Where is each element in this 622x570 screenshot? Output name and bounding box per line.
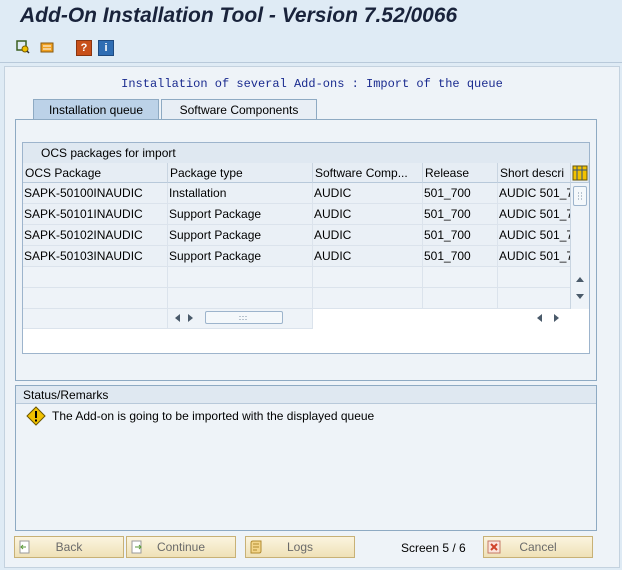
help-icon[interactable]: ? [76, 40, 92, 56]
cancel-label: Cancel [519, 540, 557, 554]
table-cell[interactable]: AUDIC 501_7 [498, 225, 571, 246]
table-cell[interactable]: AUDIC 501_7 [498, 204, 571, 225]
empty-cell[interactable] [313, 288, 423, 309]
table-cell[interactable]: AUDIC [313, 246, 423, 267]
screen-indicator: Screen 5 / 6 [401, 541, 466, 555]
table-cell[interactable]: AUDIC [313, 204, 423, 225]
table-cell[interactable]: AUDIC 501_7 [498, 246, 571, 267]
empty-cell[interactable] [168, 267, 313, 288]
tab-label: Installation queue [48, 103, 144, 117]
ocs-packages-grid: OCS packages for import OCS Package Pack… [22, 142, 590, 354]
table-cell[interactable]: SAPK-50100INAUDIC [23, 183, 168, 204]
title-bar: Add-On Installation Tool - Version 7.52/… [0, 0, 622, 34]
cancel-icon [487, 540, 501, 554]
transport-icon[interactable] [40, 40, 54, 54]
main-area: Installation of several Add-ons : Import… [4, 66, 620, 568]
continue-label: Continue [156, 540, 206, 554]
column-header-release[interactable]: Release [423, 163, 498, 183]
scroll-left-arrow-icon[interactable] [173, 313, 181, 323]
empty-cell[interactable] [168, 288, 313, 309]
column-header-short-description[interactable]: Short descri [498, 163, 571, 183]
grid-caption-label: OCS packages for import [41, 146, 176, 160]
empty-cell[interactable] [498, 267, 571, 288]
scroll-left-end-icon[interactable] [535, 313, 543, 323]
toolbar: ? i [0, 34, 622, 63]
table-cell[interactable]: AUDIC [313, 183, 423, 204]
horizontal-scrollbar[interactable] [169, 309, 571, 325]
column-layout-icon[interactable] [571, 163, 589, 183]
scroll-up-arrow-icon[interactable] [575, 275, 585, 283]
window-title: Add-On Installation Tool - Version 7.52/… [20, 4, 458, 27]
tab-software-components[interactable]: Software Components [161, 99, 317, 119]
empty-cell[interactable] [23, 309, 168, 329]
table-cell[interactable]: AUDIC [313, 225, 423, 246]
info-icon[interactable]: i [98, 40, 114, 56]
tab-installation-queue[interactable]: Installation queue [33, 99, 159, 119]
column-header-ocs-package[interactable]: OCS Package [23, 163, 168, 183]
back-label: Back [55, 540, 83, 554]
empty-cell[interactable] [423, 267, 498, 288]
empty-cell[interactable] [23, 288, 168, 309]
table-cell[interactable]: Support Package [168, 246, 313, 267]
logs-icon [250, 540, 262, 554]
vertical-scroll-thumb[interactable] [573, 186, 587, 206]
table-cell[interactable]: 501_700 [423, 204, 498, 225]
table-cell[interactable]: Installation [168, 183, 313, 204]
table-cell[interactable]: 501_700 [423, 183, 498, 204]
table-cell[interactable]: AUDIC 501_7 [498, 183, 571, 204]
scroll-right-small-icon[interactable] [187, 313, 195, 323]
empty-cell[interactable] [313, 267, 423, 288]
column-header-package-type[interactable]: Package type [168, 163, 313, 183]
table-cell[interactable]: 501_700 [423, 225, 498, 246]
status-remarks-panel: Status/Remarks The Add-on is going to be… [15, 385, 597, 531]
display-icon[interactable] [16, 40, 30, 54]
installation-queue-panel: OCS packages for import OCS Package Pack… [15, 119, 597, 381]
table-cell[interactable]: SAPK-50101INAUDIC [23, 204, 168, 225]
scroll-down-arrow-icon[interactable] [575, 293, 585, 301]
cancel-button[interactable]: Cancel [483, 536, 593, 558]
warning-icon [26, 406, 46, 429]
horizontal-scroll-thumb[interactable] [205, 311, 283, 324]
status-header: Status/Remarks [16, 386, 596, 404]
tab-label: Software Components [179, 103, 299, 117]
vertical-scrollbar[interactable] [570, 183, 589, 309]
status-message: The Add-on is going to be imported with … [52, 409, 375, 423]
empty-cell[interactable] [23, 267, 168, 288]
logs-label: Logs [286, 540, 314, 554]
continue-button[interactable]: Continue [126, 536, 236, 558]
back-icon [19, 540, 30, 554]
table-cell[interactable]: Support Package [168, 204, 313, 225]
empty-cell[interactable] [423, 288, 498, 309]
table-cell[interactable]: 501_700 [423, 246, 498, 267]
scroll-right-arrow-icon[interactable] [553, 313, 561, 323]
continue-icon [131, 540, 142, 554]
page-subtitle: Installation of several Add-ons : Import… [121, 77, 503, 91]
column-header-software-component[interactable]: Software Comp... [313, 163, 423, 183]
empty-cell[interactable] [498, 288, 571, 309]
back-button[interactable]: Back [14, 536, 124, 558]
grid-caption: OCS packages for import [23, 143, 589, 164]
logs-button[interactable]: Logs [245, 536, 355, 558]
table-cell[interactable]: SAPK-50102INAUDIC [23, 225, 168, 246]
table-cell[interactable]: Support Package [168, 225, 313, 246]
table-cell[interactable]: SAPK-50103INAUDIC [23, 246, 168, 267]
